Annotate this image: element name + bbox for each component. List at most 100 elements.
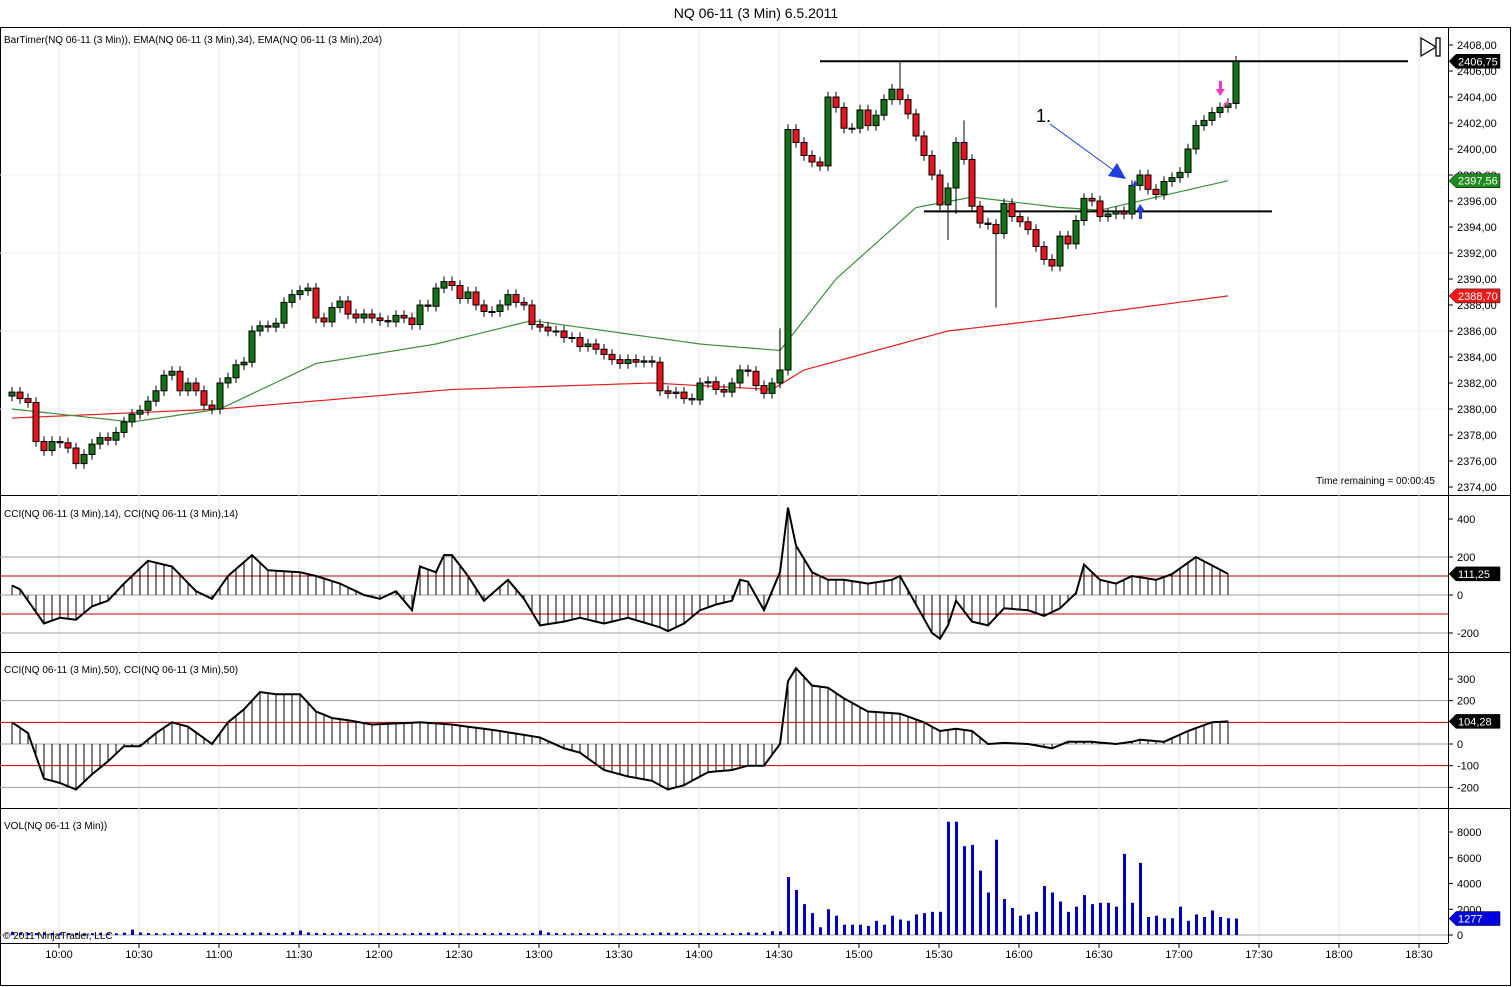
volume-bar [251,932,254,935]
volume-bar [387,932,390,935]
volume-bar [467,933,470,935]
candle [64,442,72,449]
volume-bar [195,933,198,935]
volume-bar [899,919,902,935]
price-tick-label: 2404,00 [1457,92,1497,104]
candle [928,155,936,176]
volume-bar [595,932,598,935]
time-tick-label: 17:30 [1245,949,1273,961]
volume-bar [171,932,174,935]
candle [816,161,824,167]
candle [952,142,960,189]
candle [720,389,728,393]
volume-bar [811,913,814,935]
volume-bar [699,932,702,935]
price-tick-label: 2396,00 [1457,196,1497,208]
volume-bar [483,932,486,935]
candle [448,281,456,287]
volume-bar [627,933,630,935]
candle [1200,119,1208,127]
cci14-value-tag-text: 111,25 [1458,569,1490,581]
time-tick-label: 17:00 [1165,949,1193,961]
candle [960,142,968,160]
price-tick-label: 2374,00 [1457,482,1497,494]
price-tick-label: 2386,00 [1457,326,1497,338]
volume-bar [283,932,286,935]
chart-canvas[interactable]: 10:00 10:30 11:00 11:30 12:00 12:30 13:00 13:30… [0,0,1512,987]
candle [1120,210,1128,215]
volume-bar [1131,902,1134,935]
candle [888,88,896,101]
candle [648,360,656,363]
candle [432,287,440,307]
price-tick-label: 2394,00 [1457,222,1497,234]
candle [24,398,32,404]
price-tick-label: 2378,00 [1457,430,1497,442]
candle [904,99,912,115]
candle [688,398,696,401]
volume-bar [1011,907,1014,935]
volume-bar [147,933,150,935]
price-tick-label: 2382,00 [1457,378,1497,390]
annotation-label: 1. [1036,106,1051,126]
volume-bar [755,932,758,935]
candle [1144,174,1152,190]
candle [232,364,240,379]
candle [56,441,64,444]
volume-bar [939,911,942,935]
candle [800,142,808,156]
candle [208,404,216,410]
time-tick-label: 11:30 [286,949,313,961]
volume-bar [563,933,566,935]
time-tick-label: 10:00 [45,949,73,961]
volume-bar [651,932,654,935]
candle [376,317,384,322]
candle [488,311,496,313]
candle [784,129,792,371]
volume-bar [1091,904,1094,935]
volume-bar [539,930,542,935]
volume-bar [371,933,374,935]
candle [280,301,288,324]
candle [384,320,392,323]
candle [912,113,920,137]
candle [112,431,120,441]
candle [1168,177,1176,183]
candle [104,437,112,441]
candle [656,361,664,392]
candle [16,391,24,400]
candle [896,88,904,101]
volume-bar [667,932,670,935]
candle [1056,235,1064,267]
ema34-value-tag-text: 2397,56 [1458,176,1498,188]
volume-bar [619,933,622,935]
candle [1176,171,1184,179]
volume-bar [763,932,766,935]
volume-bar [275,933,278,935]
candle [520,301,528,306]
cci50-tick-label: 0 [1457,739,1463,751]
candle [1088,197,1096,202]
candle [872,114,880,127]
candle [160,374,168,392]
volume-bar [323,933,326,935]
candle [312,287,320,319]
cci14-tick-label: 400 [1457,514,1475,526]
copyright-label: © 2011 NinjaTrader, LLC [3,931,113,942]
price-tick-label: 2380,00 [1457,404,1497,416]
cci14-panel-label: CCI(NQ 06-11 (3 Min),14), CCI(NQ 06-11 (… [4,509,238,520]
time-tick-label: 18:00 [1325,949,1353,961]
volume-bar [963,846,966,935]
volume-bar [579,933,582,935]
volume-bar [443,932,446,935]
candle [976,205,984,224]
cci14-tick-label: 0 [1457,590,1463,602]
candle [840,106,848,129]
volume-bar [131,929,134,935]
volume-bar [659,932,662,935]
candle [440,281,448,289]
scroll-to-end-bar-icon[interactable] [1435,37,1441,57]
candle [1008,203,1016,218]
candle [224,377,232,384]
scroll-to-end-icon[interactable] [1420,36,1438,58]
